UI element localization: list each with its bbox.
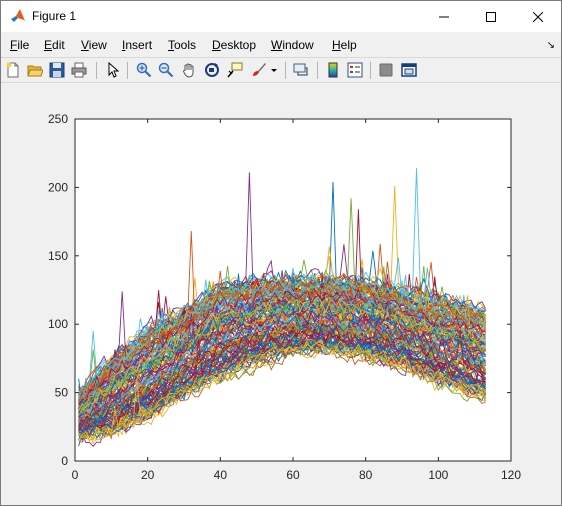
- colorbar-icon[interactable]: [324, 61, 342, 79]
- menu-desktop[interactable]: Desktop: [212, 38, 256, 52]
- figure-canvas: 0 20 40 60 80 100 120 0 50 100 150 200 250: [1, 84, 561, 505]
- toolbar-separator: [370, 62, 371, 79]
- line-chart[interactable]: 0 20 40 60 80 100 120 0 50 100 150 200 250: [1, 84, 561, 505]
- y-tick-label: 150: [48, 249, 68, 263]
- new-figure-icon[interactable]: [4, 61, 22, 79]
- x-tick-label: 80: [359, 468, 373, 482]
- brush-icon[interactable]: [250, 61, 268, 79]
- menu-tools[interactable]: Tools: [168, 38, 196, 52]
- y-tick-label: 0: [61, 454, 68, 468]
- y-tick-label: 50: [55, 386, 69, 400]
- toolbar-separator: [96, 62, 97, 79]
- data-cursor-icon[interactable]: [226, 61, 244, 79]
- edit-plot-arrow-icon[interactable]: [104, 61, 122, 79]
- title-bar[interactable]: Figure 1: [1, 1, 561, 32]
- y-tick-label: 250: [48, 112, 68, 126]
- toolbar-separator: [317, 62, 318, 79]
- show-plot-tools-icon[interactable]: [400, 61, 418, 79]
- minimize-icon: [439, 12, 449, 22]
- maximize-button[interactable]: [468, 1, 514, 32]
- y-tick-label: 200: [48, 180, 68, 194]
- brush-dropdown-icon[interactable]: [269, 61, 279, 79]
- zoom-in-icon[interactable]: [135, 61, 153, 79]
- x-tick-label: 120: [501, 468, 521, 482]
- menu-bar: File Edit View Insert Tools Desktop Wind…: [1, 34, 561, 56]
- matlab-logo-icon: [10, 8, 26, 24]
- figure-toolbar: [1, 57, 561, 83]
- x-tick-label: 60: [286, 468, 300, 482]
- menu-insert[interactable]: Insert: [122, 38, 152, 52]
- window-title: Figure 1: [32, 9, 77, 23]
- close-icon: [533, 11, 543, 22]
- save-icon[interactable]: [48, 61, 66, 79]
- close-button[interactable]: [515, 1, 561, 32]
- open-file-icon[interactable]: [26, 61, 44, 79]
- x-tick-label: 40: [214, 468, 228, 482]
- rotate-3d-icon[interactable]: [203, 61, 221, 79]
- print-icon[interactable]: [70, 61, 88, 79]
- hide-plot-tools-icon[interactable]: [377, 61, 395, 79]
- figure-window: Figure 1 File Edit View Insert Tools Des…: [0, 0, 562, 506]
- x-tick-label: 20: [141, 468, 155, 482]
- menu-help[interactable]: Help: [332, 38, 357, 52]
- maximize-icon: [486, 11, 496, 22]
- menu-file[interactable]: File: [10, 38, 29, 52]
- link-plot-icon[interactable]: [292, 61, 310, 79]
- legend-icon[interactable]: [346, 61, 364, 79]
- toolbar-separator: [127, 62, 128, 79]
- menu-view[interactable]: View: [81, 38, 107, 52]
- pan-hand-icon[interactable]: [180, 61, 198, 79]
- menu-window[interactable]: Window: [271, 38, 314, 52]
- minimize-button[interactable]: [421, 1, 467, 32]
- menu-edit[interactable]: Edit: [44, 38, 65, 52]
- dock-arrow-icon[interactable]: ↘: [547, 40, 555, 51]
- y-tick-label: 100: [48, 317, 68, 331]
- x-tick-label: 0: [72, 468, 79, 482]
- zoom-out-icon[interactable]: [157, 61, 175, 79]
- toolbar-separator: [285, 62, 286, 79]
- x-tick-label: 100: [428, 468, 448, 482]
